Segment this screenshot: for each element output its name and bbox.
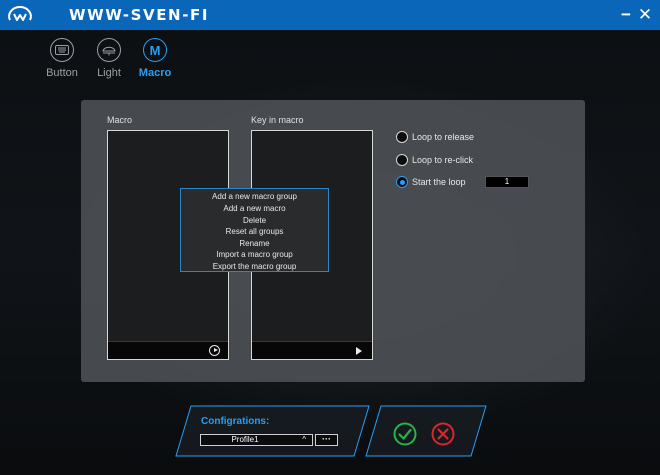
profile-select[interactable]: Profile1 ^ [200,434,313,446]
option-label: Loop to release [412,132,475,142]
light-icon [102,46,116,56]
menu-item-reset-groups[interactable]: Reset all groups [181,226,328,238]
tab-label: Macro [138,67,172,79]
confirm-button[interactable] [393,422,417,446]
more-options-button[interactable]: ··· [315,434,338,446]
menu-item-add-group[interactable]: Add a new macro group [181,191,328,203]
chevron-up-icon: ^ [302,435,306,444]
keyboard-icon [55,45,69,55]
menu-item-export-group[interactable]: Export the macro group [181,261,328,273]
actions-panel-frame [365,405,487,457]
title-bar: WWW-SVEN-FI − ✕ [0,0,660,30]
brand-name: WWW-SVEN-FI [69,6,210,24]
configurations-title: Configrations: [201,416,270,427]
check-icon [393,422,417,446]
cancel-button[interactable] [431,422,455,446]
sven-logo-icon [8,5,32,21]
radio-button[interactable] [396,154,408,166]
minimize-button[interactable]: − [617,5,635,25]
profile-name: Profile1 [231,435,259,444]
menu-item-add-macro[interactable]: Add a new macro [181,203,328,215]
play-circle-icon[interactable] [209,345,220,356]
loop-count-input[interactable]: 1 [485,176,529,188]
close-button[interactable]: ✕ [636,5,654,25]
x-icon [431,422,455,446]
keys-list-footer [252,341,372,359]
play-icon[interactable] [356,347,362,355]
macro-list-footer [108,341,228,359]
macro-list-title: Macro [107,115,133,125]
option-label: Loop to re-click [412,155,474,165]
configurations-panel-frame [175,405,370,457]
macro-context-menu: Add a new macro group Add a new macro De… [180,188,329,272]
keys-list-title: Key in macro [251,115,304,125]
tab-macro[interactable]: M Macro [127,38,183,84]
option-label: Start the loop [412,177,466,187]
macro-icon: M [149,42,161,58]
menu-item-import-group[interactable]: Import a macro group [181,249,328,261]
radio-button[interactable] [396,131,408,143]
radio-button-selected[interactable] [396,176,408,188]
